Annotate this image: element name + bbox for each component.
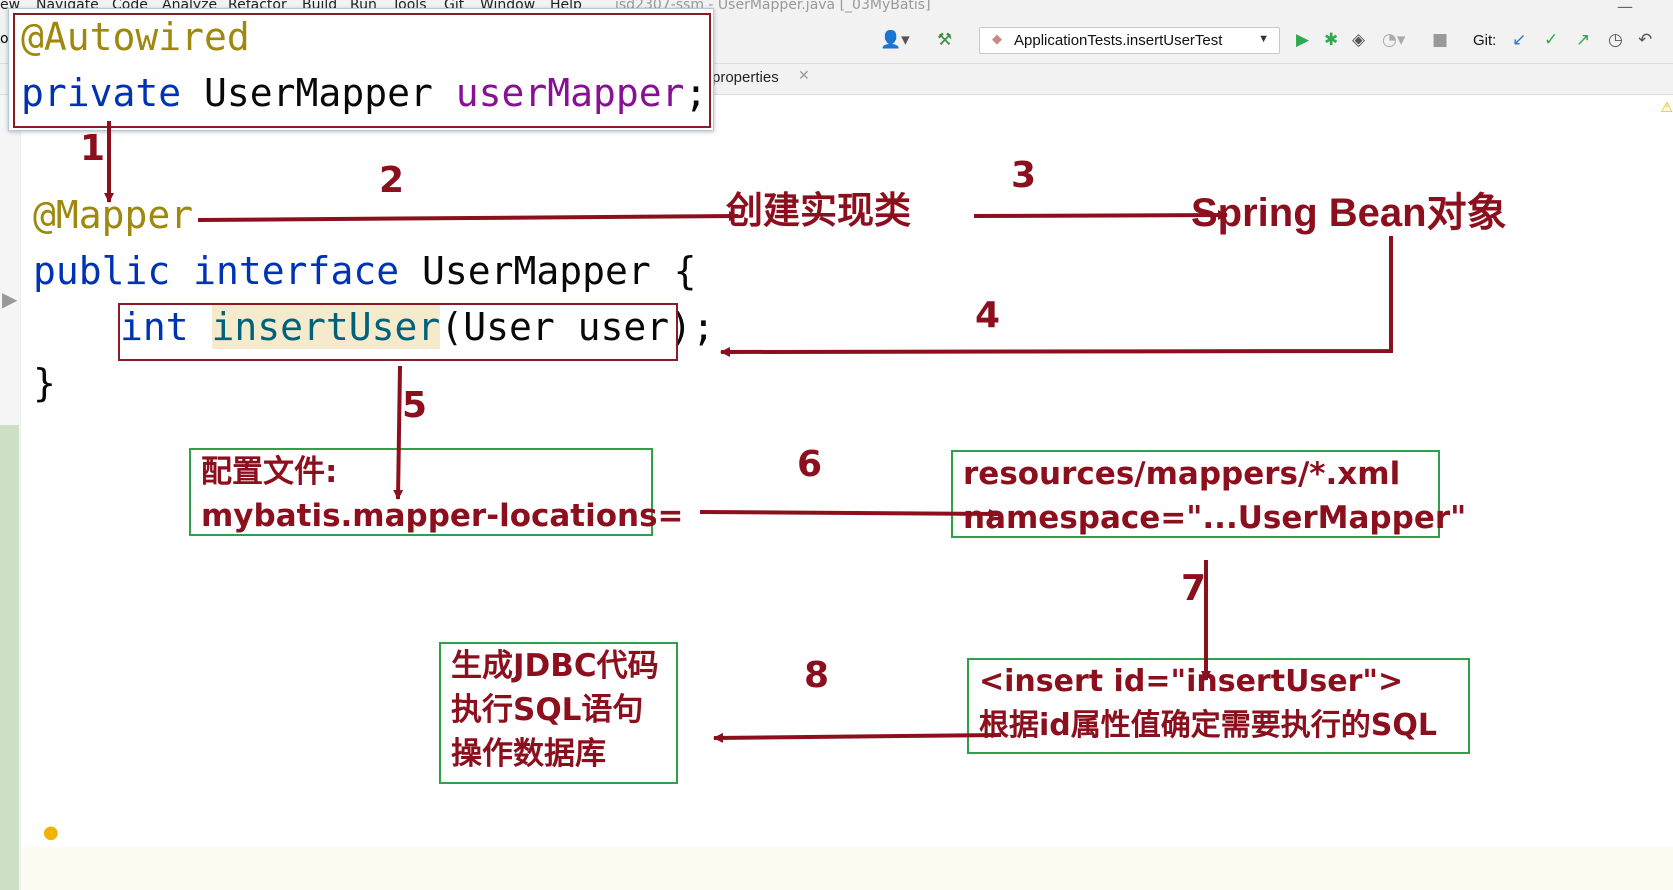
arrow-4: [720, 236, 1393, 357]
arrow-3: [973, 210, 1228, 221]
arrow-6: [699, 508, 999, 519]
arrow-8: [713, 732, 1002, 743]
arrow-2: [197, 211, 739, 222]
flow-arrows: [104, 121, 1393, 743]
arrow-5: [393, 365, 404, 500]
